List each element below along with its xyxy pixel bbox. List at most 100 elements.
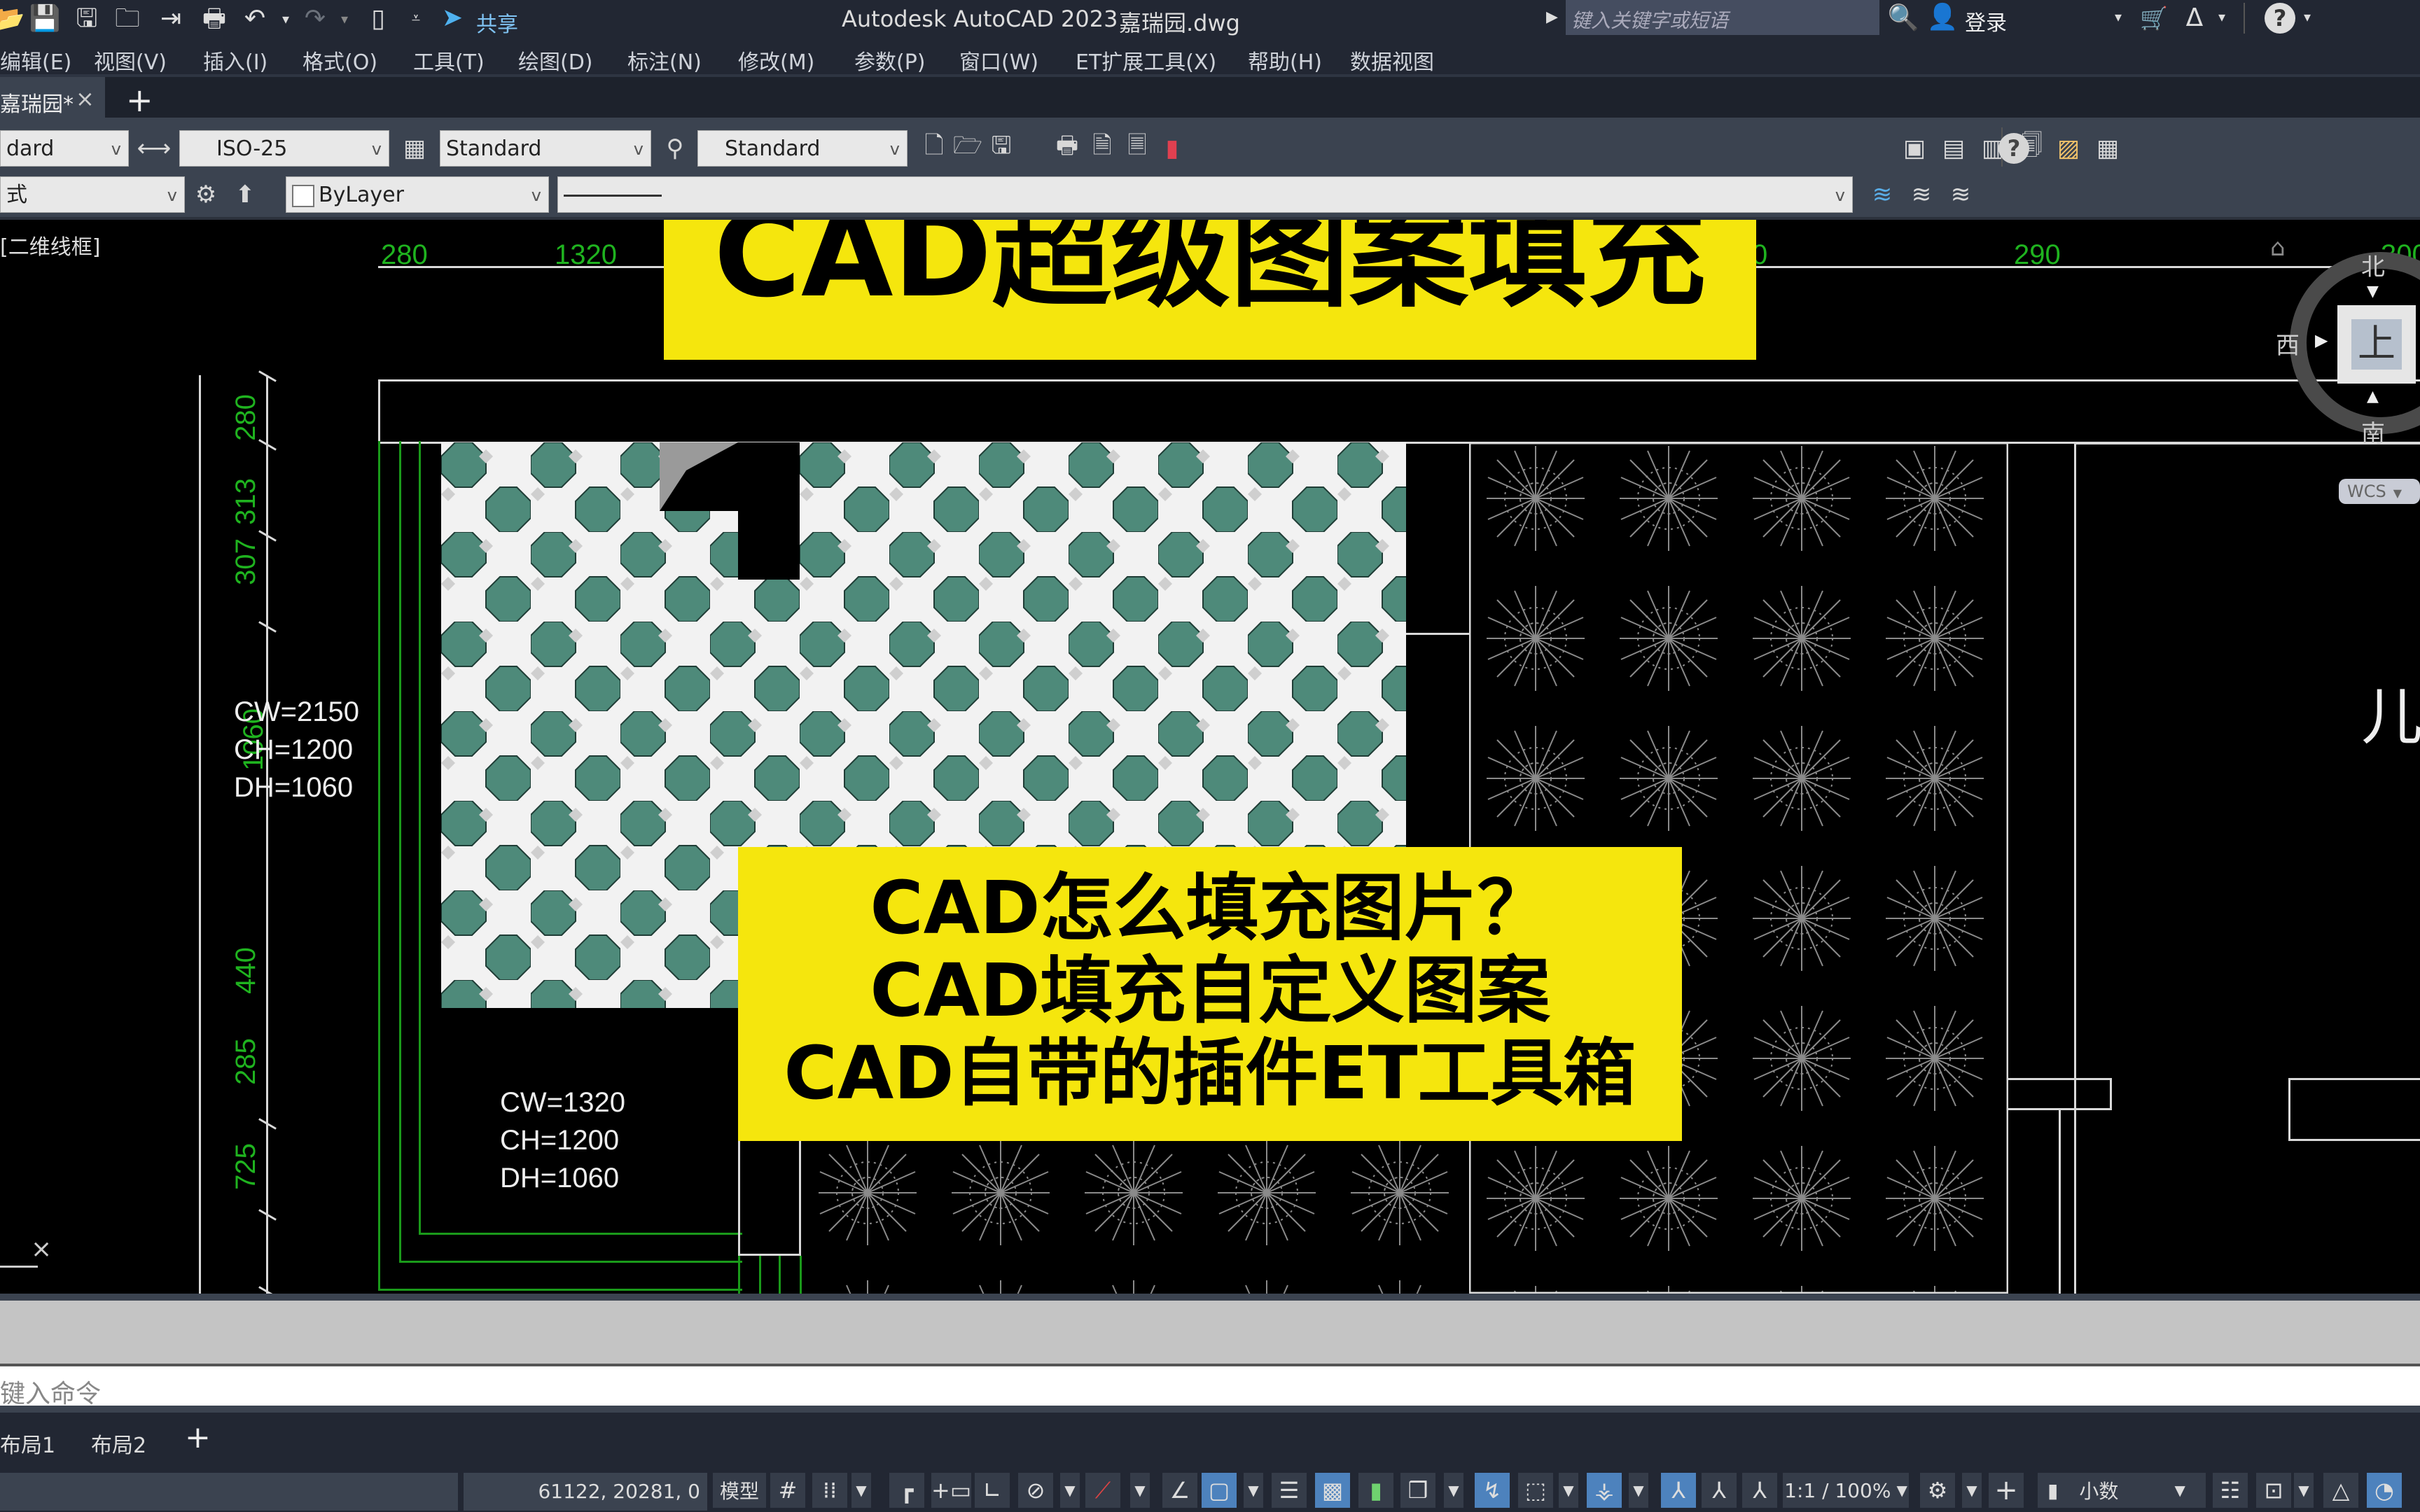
- login-dropdown-icon[interactable]: ▾: [2115, 8, 2122, 25]
- ucs-menu[interactable]: WCS ▼: [2339, 479, 2420, 504]
- selection-cycling-icon[interactable]: ▮: [1358, 1473, 1393, 1508]
- osnap-dropdown-icon[interactable]: ▼: [1244, 1473, 1263, 1508]
- layer-states-icon[interactable]: ≋: [1944, 178, 1977, 211]
- menu-view[interactable]: 视图(V): [94, 45, 167, 76]
- save-icon[interactable]: 💾: [29, 4, 61, 34]
- mleader-style-icon[interactable]: ⚲: [658, 132, 692, 165]
- workspace-icon[interactable]: ▯: [366, 4, 391, 34]
- home-icon[interactable]: ⌂: [2270, 234, 2286, 262]
- new-tab-button[interactable]: +: [126, 81, 153, 119]
- gear-icon[interactable]: ⚙: [1920, 1473, 1955, 1508]
- menu-edit[interactable]: 编辑(E): [0, 45, 71, 76]
- object-snap-tracking-icon[interactable]: ∠: [1162, 1473, 1197, 1508]
- help-dropdown-icon[interactable]: ▾: [2304, 8, 2311, 25]
- coordinates-readout[interactable]: 61122, 20281, 0: [464, 1473, 707, 1511]
- markup-icon[interactable]: ▨: [2052, 132, 2085, 165]
- viewcube-arrow-right[interactable]: ▶: [2315, 330, 2328, 350]
- 3d-osnap-icon[interactable]: ❒: [1400, 1473, 1435, 1508]
- gizmo-icon[interactable]: ⚶: [1587, 1473, 1622, 1508]
- user-icon[interactable]: 👤: [1927, 1, 1959, 34]
- viewcube-arrow-down[interactable]: ▼: [2367, 283, 2379, 300]
- units-select[interactable]: ▮ 小数 ▼: [2038, 1473, 2206, 1508]
- export-icon[interactable]: ⇥: [157, 4, 185, 34]
- infer-constraints-icon[interactable]: ┏: [889, 1473, 924, 1508]
- annotation-scale-select[interactable]: 1:1 / 100% ▼: [1783, 1473, 1909, 1508]
- help-icon[interactable]: ?: [1998, 133, 2029, 164]
- search-input[interactable]: 键入关键字或短语: [1571, 6, 1728, 34]
- properties-icon[interactable]: ▣: [1898, 132, 1931, 165]
- isolate-objects-icon[interactable]: △: [2323, 1473, 2358, 1508]
- drawing-canvas[interactable]: [二维线框] 280 1320 0 290 300 280 313 307 1060 4…: [0, 220, 2420, 1294]
- isodraft-dropdown-icon[interactable]: ▼: [1130, 1473, 1150, 1508]
- share-icon[interactable]: ➤: [438, 3, 466, 34]
- visual-style-select[interactable]: 式v: [0, 176, 185, 213]
- linetype-select[interactable]: v: [557, 176, 1853, 213]
- cart-icon[interactable]: 🛒: [2140, 3, 2168, 34]
- search-expand-icon[interactable]: ▶: [1546, 8, 1558, 26]
- command-line[interactable]: 键入命令: [0, 1364, 2420, 1408]
- autodesk-icon[interactable]: Δ: [2181, 3, 2209, 34]
- tab-layout1[interactable]: 布局1: [0, 1428, 55, 1459]
- undo-icon[interactable]: ↶: [241, 4, 269, 34]
- snap-dropdown-icon[interactable]: ▼: [851, 1473, 871, 1508]
- model-space-button[interactable]: 模型: [713, 1473, 766, 1508]
- share-label[interactable]: 共享: [476, 7, 518, 38]
- color-select[interactable]: ByLayer v: [286, 176, 549, 213]
- workspace-dropdown-icon[interactable]: ▼: [1962, 1473, 1982, 1508]
- layer-match-icon[interactable]: ≋: [1865, 178, 1899, 211]
- search-icon[interactable]: 🔍: [1888, 3, 1919, 34]
- add-layout-button[interactable]: +: [185, 1420, 211, 1455]
- menu-draw[interactable]: 绘图(D): [518, 45, 593, 76]
- viewcube-face-top[interactable]: 上: [2337, 305, 2416, 384]
- viewcube-north[interactable]: 北: [2361, 248, 2385, 282]
- polar-dropdown-icon[interactable]: ▼: [1060, 1473, 1080, 1508]
- undo-dropdown-icon[interactable]: ▾: [279, 4, 293, 34]
- menu-modify[interactable]: 修改(M): [738, 45, 814, 76]
- menu-format[interactable]: 格式(O): [302, 45, 377, 76]
- viewcube-south[interactable]: 南: [2361, 414, 2385, 449]
- 3d-osnap-dropdown-icon[interactable]: ▼: [1444, 1473, 1463, 1508]
- autodesk-dropdown-icon[interactable]: ▾: [2218, 8, 2225, 25]
- selection-filter-icon[interactable]: ⬚: [1518, 1473, 1553, 1508]
- dimension-style-icon[interactable]: ⟷: [137, 132, 172, 165]
- redo-dropdown-icon[interactable]: ▾: [338, 4, 352, 34]
- snap-icon[interactable]: ⁞⁞: [812, 1473, 847, 1508]
- lock-ui-icon[interactable]: ⊡: [2256, 1473, 2291, 1508]
- gizmo-dropdown-icon[interactable]: ▼: [1629, 1473, 1648, 1508]
- calculator-icon[interactable]: ▦: [2091, 132, 2125, 165]
- mleader-style-select[interactable]: Standard v: [697, 130, 908, 167]
- tab-jiaruiyuan[interactable]: 嘉瑞园* ×: [0, 77, 105, 122]
- menu-dimension[interactable]: 标注(N): [627, 45, 702, 76]
- quick-properties-icon[interactable]: ☷: [2213, 1473, 2248, 1508]
- print-icon[interactable]: 🖶: [1050, 132, 1084, 165]
- login-label[interactable]: 登录: [1965, 6, 2007, 36]
- menu-express-tools[interactable]: ET扩展工具(X): [1076, 45, 1216, 76]
- transparency-icon[interactable]: ▩: [1315, 1473, 1350, 1508]
- close-icon[interactable]: ×: [76, 85, 95, 112]
- print-icon[interactable]: 🖶: [199, 4, 230, 34]
- filter-dropdown-icon[interactable]: ▼: [1559, 1473, 1578, 1508]
- redo-icon[interactable]: ↷: [301, 4, 329, 34]
- menu-help[interactable]: 帮助(H): [1248, 45, 1322, 76]
- auto-scale-icon[interactable]: ⅄: [1702, 1473, 1737, 1508]
- tab-layout2[interactable]: 布局2: [91, 1428, 146, 1459]
- clean-screen-icon[interactable]: ◔: [2367, 1473, 2402, 1508]
- grid-icon[interactable]: #: [770, 1473, 805, 1508]
- annotation-visibility-icon[interactable]: ⅄: [1661, 1473, 1696, 1508]
- menu-insert[interactable]: 插入(I): [203, 45, 267, 76]
- snowflake-hatch-lower[interactable]: [801, 1137, 1473, 1294]
- layer-previous-icon[interactable]: ≋: [1905, 178, 1938, 211]
- object-snap-icon[interactable]: ▢: [1202, 1473, 1237, 1508]
- open-icon[interactable]: 📂: [0, 6, 25, 34]
- polar-tracking-icon[interactable]: ⊘: [1018, 1473, 1053, 1508]
- pdf-icon[interactable]: ▮: [1155, 132, 1189, 165]
- plot-preview-icon[interactable]: 🗎: [1085, 132, 1119, 165]
- dim-style-select[interactable]: ISO-25 v: [179, 130, 389, 167]
- publish-icon[interactable]: 🗏: [1120, 132, 1154, 165]
- ortho-icon[interactable]: ∟: [975, 1473, 1010, 1508]
- menu-parametric[interactable]: 参数(P): [854, 45, 926, 76]
- menu-window[interactable]: 窗口(W): [959, 45, 1038, 76]
- customize-dropdown-icon[interactable]: ⩡: [408, 4, 424, 34]
- dynamic-ucs-icon[interactable]: ↯: [1475, 1473, 1510, 1508]
- search-box[interactable]: 键入关键字或短语: [1566, 0, 1879, 35]
